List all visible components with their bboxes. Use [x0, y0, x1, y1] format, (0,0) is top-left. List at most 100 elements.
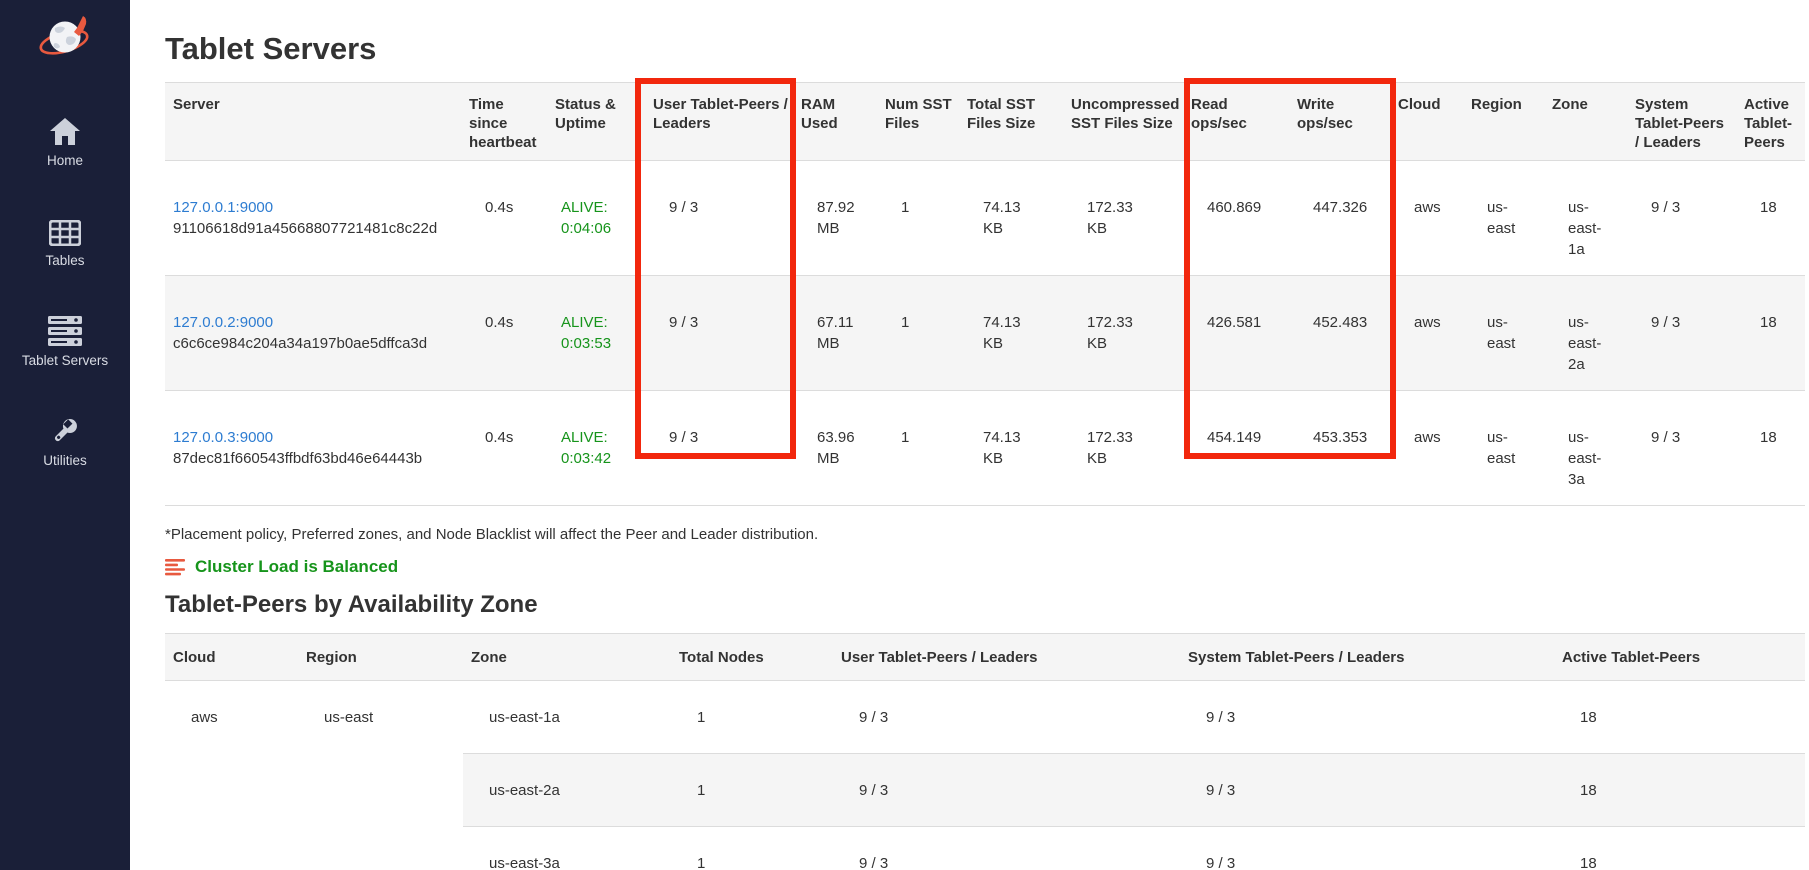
user-peers-cell: 9 / 3 — [645, 391, 793, 506]
read-ops-cell: 426.581 — [1183, 276, 1289, 391]
active-peers-cell: 18 — [1554, 754, 1805, 827]
uptime-value: 0:04:06 — [561, 218, 629, 239]
zone-cell: us-east-2a — [1544, 276, 1627, 391]
sidebar-item-tables[interactable]: Tables — [0, 214, 130, 269]
user-peers-cell: 9 / 3 — [645, 276, 793, 391]
tablet-servers-icon — [47, 314, 83, 346]
col-cloud: Cloud — [165, 634, 298, 681]
write-ops-cell: 453.353 — [1289, 391, 1390, 506]
region-cell: us-east — [298, 681, 463, 870]
heartbeat-cell: 0.4s — [461, 276, 547, 391]
col-system-peers: System Tablet-Peers / Leaders — [1627, 83, 1736, 161]
col-write-ops: Write ops/sec — [1289, 83, 1390, 161]
sst-size-cell: 74.13KB — [959, 161, 1063, 276]
zone-cell: us-east-2a — [463, 754, 671, 827]
cloud-cell: aws — [1390, 391, 1463, 506]
col-server: Server — [165, 83, 461, 161]
table-header-row: Server Time since heartbeat Status & Upt… — [165, 83, 1805, 161]
active-peers-cell: 18 — [1554, 681, 1805, 754]
sidebar-nav: Home Tables — [0, 114, 130, 514]
uptime-value: 0:03:42 — [561, 448, 629, 469]
col-total-nodes: Total Nodes — [671, 634, 833, 681]
col-active-peers: Active Tablet-Peers — [1554, 634, 1805, 681]
yugabyte-logo[interactable] — [37, 10, 93, 64]
system-peers-cell: 9 / 3 — [1180, 681, 1554, 754]
ram-cell: 63.96MB — [793, 391, 877, 506]
home-icon — [49, 114, 81, 146]
read-ops-cell: 460.869 — [1183, 161, 1289, 276]
col-user-peers: User Tablet-Peers / Leaders — [833, 634, 1180, 681]
server-address-link[interactable]: 127.0.0.1:9000 — [173, 199, 273, 216]
sst-size-cell: 74.13KB — [959, 276, 1063, 391]
col-sst-size: Total SST Files Size — [959, 83, 1063, 161]
system-peers-cell: 9 / 3 — [1627, 391, 1736, 506]
active-peers-cell: 18 — [1736, 391, 1805, 506]
status-cell: ALIVE: 0:03:53 — [547, 276, 645, 391]
total-nodes-cell: 1 — [671, 827, 833, 870]
zone-cell: us-east-3a — [1544, 391, 1627, 506]
status-cell: ALIVE: 0:03:42 — [547, 391, 645, 506]
server-cell: 127.0.0.2:9000 c6c6ce984c204a34a197b0ae5… — [165, 276, 461, 391]
col-num-sst: Num SST Files — [877, 83, 959, 161]
sidebar-item-utilities[interactable]: Utilities — [0, 414, 130, 469]
status-cell: ALIVE: 0:04:06 — [547, 161, 645, 276]
table-row: 127.0.0.3:9000 87dec81f660543ffbdf63bd46… — [165, 391, 1805, 506]
user-peers-cell: 9 / 3 — [833, 827, 1180, 870]
table-row: aws us-east us-east-1a 1 9 / 3 9 / 3 18 — [165, 681, 1805, 754]
sidebar: Home Tables — [0, 0, 130, 870]
sidebar-item-label: Home — [47, 152, 83, 169]
zone-cell: us-east-3a — [463, 827, 671, 870]
sidebar-item-label: Tablet Servers — [22, 352, 108, 369]
table-row: 127.0.0.2:9000 c6c6ce984c204a34a197b0ae5… — [165, 276, 1805, 391]
zone-cell: us-east-1a — [1544, 161, 1627, 276]
region-cell: us-east — [1463, 161, 1544, 276]
table-header-row: Cloud Region Zone Total Nodes User Table… — [165, 634, 1805, 681]
system-peers-cell: 9 / 3 — [1180, 754, 1554, 827]
heartbeat-cell: 0.4s — [461, 161, 547, 276]
server-uuid: 87dec81f660543ffbdf63bd46e64443b — [173, 448, 453, 469]
server-cell: 127.0.0.3:9000 87dec81f660543ffbdf63bd46… — [165, 391, 461, 506]
sidebar-item-tablet-servers[interactable]: Tablet Servers — [0, 314, 130, 369]
placement-footnote: *Placement policy, Preferred zones, and … — [165, 525, 1809, 544]
utilities-icon — [50, 414, 80, 446]
total-nodes-cell: 1 — [671, 681, 833, 754]
system-peers-cell: 9 / 3 — [1180, 827, 1554, 870]
section-title-zones: Tablet-Peers by Availability Zone — [165, 590, 1809, 620]
active-peers-cell: 18 — [1554, 827, 1805, 870]
user-peers-cell: 9 / 3 — [645, 161, 793, 276]
uncompressed-cell: 172.33KB — [1063, 161, 1183, 276]
sidebar-item-label: Utilities — [43, 452, 87, 469]
system-peers-cell: 9 / 3 — [1627, 276, 1736, 391]
sst-size-cell: 74.13KB — [959, 391, 1063, 506]
server-address-link[interactable]: 127.0.0.2:9000 — [173, 314, 273, 331]
col-user-peers: User Tablet-Peers / Leaders — [645, 83, 793, 161]
server-uuid: 91106618d91a45668807721481c8c22d — [173, 218, 453, 239]
cloud-cell: aws — [1390, 161, 1463, 276]
cloud-cell: aws — [1390, 276, 1463, 391]
status-label: ALIVE: — [561, 197, 629, 218]
uncompressed-cell: 172.33KB — [1063, 391, 1183, 506]
col-system-peers: System Tablet-Peers / Leaders — [1180, 634, 1554, 681]
globe-rocket-icon — [37, 10, 93, 64]
ram-cell: 87.92MB — [793, 161, 877, 276]
ram-cell: 67.11MB — [793, 276, 877, 391]
status-label: ALIVE: — [561, 427, 629, 448]
heartbeat-cell: 0.4s — [461, 391, 547, 506]
col-cloud: Cloud — [1390, 83, 1463, 161]
zones-table: Cloud Region Zone Total Nodes User Table… — [165, 633, 1805, 870]
num-sst-cell: 1 — [877, 161, 959, 276]
user-peers-cell: 9 / 3 — [833, 754, 1180, 827]
total-nodes-cell: 1 — [671, 754, 833, 827]
status-label: ALIVE: — [561, 312, 629, 333]
tablet-servers-table: Server Time since heartbeat Status & Upt… — [165, 82, 1805, 506]
col-ram: RAM Used — [793, 83, 877, 161]
server-address-link[interactable]: 127.0.0.3:9000 — [173, 429, 273, 446]
num-sst-cell: 1 — [877, 276, 959, 391]
col-heartbeat: Time since heartbeat — [461, 83, 547, 161]
col-zone: Zone — [463, 634, 671, 681]
sidebar-item-home[interactable]: Home — [0, 114, 130, 169]
region-cell: us-east — [1463, 391, 1544, 506]
col-region: Region — [1463, 83, 1544, 161]
cloud-cell: aws — [165, 681, 298, 870]
region-cell: us-east — [1463, 276, 1544, 391]
